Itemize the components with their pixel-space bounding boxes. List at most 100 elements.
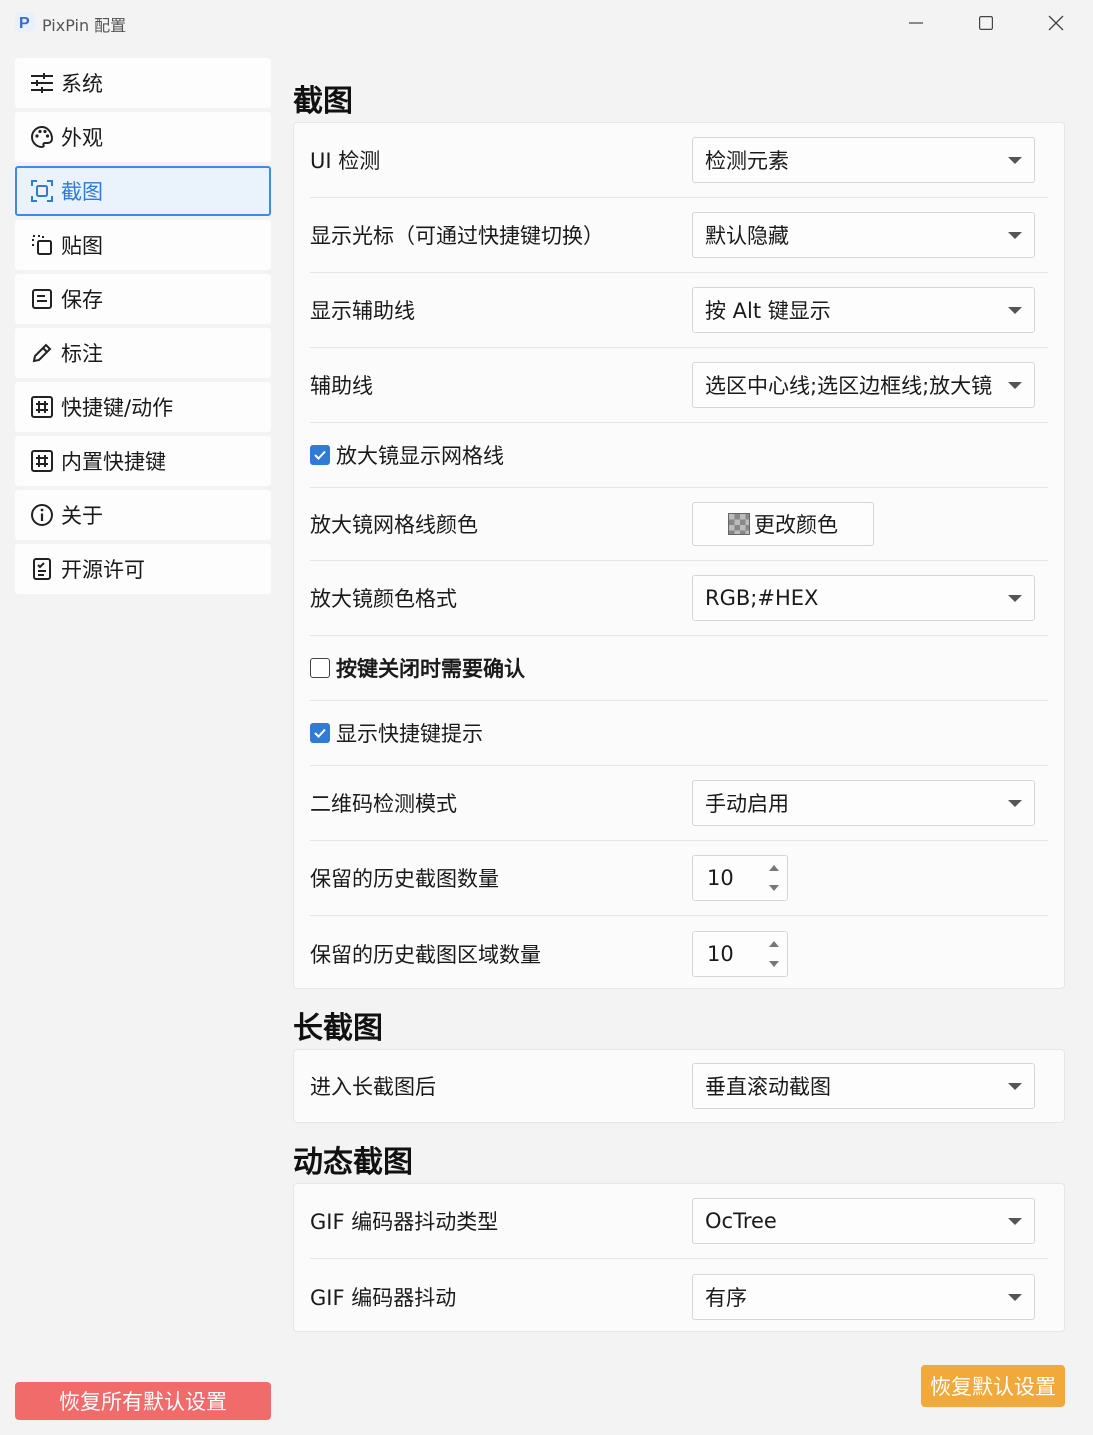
pin-icon: [29, 232, 55, 258]
ui-detect-select[interactable]: 检测元素: [692, 137, 1035, 183]
checkbox-unchecked-icon: [310, 658, 330, 678]
hash-icon: [29, 448, 55, 474]
setting-row-after-enter: 进入长截图后 垂直滚动截图: [310, 1050, 1048, 1122]
sidebar-item-label: 截图: [61, 180, 103, 204]
section-title-long-screenshot: 长截图: [293, 1011, 383, 1046]
confirm-close-checkbox[interactable]: 按键关闭时需要确认: [310, 653, 525, 683]
chevron-down-icon: [1008, 232, 1022, 239]
history-count-value: 10: [707, 866, 734, 890]
guides-label: 辅助线: [310, 374, 373, 398]
color-format-value: RGB;#HEX: [705, 586, 819, 610]
sidebar-item-label: 系统: [61, 72, 103, 96]
setting-row-show-cursor: 显示光标（可通过快捷键切换） 默认隐藏: [310, 198, 1048, 273]
history-region-value: 10: [707, 941, 734, 966]
show-guides-select[interactable]: 按 Alt 键显示: [692, 287, 1035, 333]
setting-row-qr-mode: 二维码检测模式 手动启用: [310, 766, 1048, 841]
long-screenshot-settings-card: 进入长截图后 垂直滚动截图: [293, 1049, 1065, 1123]
maximize-button[interactable]: [951, 0, 1021, 46]
reset-all-button[interactable]: 恢复所有默认设置: [15, 1382, 271, 1420]
reset-default-button[interactable]: 恢复默认设置: [921, 1365, 1065, 1407]
show-hints-checkbox[interactable]: 显示快捷键提示: [310, 718, 483, 748]
hash-icon: [29, 394, 55, 420]
setting-row-grid-color: 放大镜网格线颜色 更改颜色: [310, 488, 1048, 561]
minimize-button[interactable]: [881, 0, 951, 46]
after-enter-select[interactable]: 垂直滚动截图: [692, 1063, 1035, 1109]
spin-down-icon[interactable]: [769, 885, 779, 891]
chevron-down-icon: [1008, 595, 1022, 602]
show-cursor-label: 显示光标（可通过快捷键切换）: [310, 224, 604, 248]
sidebar-item-label: 快捷键/动作: [61, 396, 174, 420]
grid-color-label: 放大镜网格线颜色: [310, 513, 478, 537]
setting-row-dither-type: GIF 编码器抖动类型 OcTree: [310, 1184, 1048, 1259]
show-guides-label: 显示辅助线: [310, 299, 415, 323]
history-region-spinbox[interactable]: 10: [692, 930, 788, 977]
color-format-select[interactable]: RGB;#HEX: [692, 575, 1035, 621]
chevron-down-icon: [1008, 1083, 1022, 1090]
sidebar-item-license[interactable]: 开源许可: [15, 544, 271, 594]
qr-mode-value: 手动启用: [705, 792, 789, 816]
setting-row-show-hints: 显示快捷键提示: [310, 701, 1048, 766]
sidebar-item-appearance[interactable]: 外观: [15, 112, 271, 162]
dither-type-select[interactable]: OcTree: [692, 1198, 1035, 1244]
sidebar-item-pin[interactable]: 贴图: [15, 220, 271, 270]
save-icon: [29, 286, 55, 312]
chevron-down-icon: [1008, 382, 1022, 389]
section-title-screenshot: 截图: [293, 84, 353, 119]
dither-value: 有序: [705, 1285, 747, 1310]
confirm-close-label: 按键关闭时需要确认: [336, 657, 525, 681]
sidebar-item-system[interactable]: 系统: [15, 58, 271, 108]
sidebar-item-label: 开源许可: [61, 558, 145, 582]
spin-up-icon[interactable]: [769, 940, 779, 947]
setting-row-color-format: 放大镜颜色格式 RGB;#HEX: [310, 561, 1048, 636]
show-cursor-select[interactable]: 默认隐藏: [692, 212, 1035, 258]
sidebar-item-save[interactable]: 保存: [15, 274, 271, 324]
guides-select[interactable]: 选区中心线;选区边框线;放大镜: [692, 362, 1035, 408]
maximize-icon: [979, 16, 993, 30]
sidebar-item-builtin-shortcuts[interactable]: 内置快捷键: [15, 436, 271, 486]
qr-mode-label: 二维码检测模式: [310, 792, 457, 816]
sidebar-item-label: 内置快捷键: [61, 450, 166, 474]
minimize-icon: [909, 22, 923, 24]
sidebar-item-shortcuts[interactable]: 快捷键/动作: [15, 382, 271, 432]
window-title: PixPin 配置: [42, 16, 127, 35]
history-count-spinbox[interactable]: 10: [692, 855, 788, 901]
pencil-icon: [29, 340, 55, 366]
sidebar-item-label: 外观: [61, 126, 103, 150]
setting-row-history-count: 保留的历史截图数量 10: [310, 841, 1048, 916]
setting-row-magnifier-grid: 放大镜显示网格线: [310, 423, 1048, 488]
qr-mode-select[interactable]: 手动启用: [692, 780, 1035, 826]
change-color-button[interactable]: 更改颜色: [692, 502, 874, 546]
dither-select[interactable]: 有序: [692, 1273, 1035, 1320]
guides-value: 选区中心线;选区边框线;放大镜: [705, 374, 993, 398]
spin-down-icon[interactable]: [769, 960, 779, 967]
sidebar-item-label: 贴图: [61, 234, 103, 258]
screenshot-settings-card: UI 检测 检测元素 显示光标（可通过快捷键切换） 默认隐藏 显示辅助线 按 A…: [293, 122, 1065, 989]
setting-row-ui-detect: UI 检测 检测元素: [310, 123, 1048, 198]
setting-row-show-guides: 显示辅助线 按 Alt 键显示: [310, 273, 1048, 348]
setting-row-guides: 辅助线 选区中心线;选区边框线;放大镜: [310, 348, 1048, 423]
chevron-down-icon: [1008, 157, 1022, 164]
sidebar-item-screenshot[interactable]: 截图: [15, 166, 271, 216]
sidebar-item-label: 标注: [61, 342, 103, 366]
checkbox-checked-icon: [310, 445, 330, 465]
sidebar-item-annotate[interactable]: 标注: [15, 328, 271, 378]
title-bar: P PixPin 配置: [0, 0, 1093, 46]
ui-detect-label: UI 检测: [310, 149, 381, 173]
magnifier-grid-checkbox[interactable]: 放大镜显示网格线: [310, 440, 504, 470]
section-title-dynamic-screenshot: 动态截图: [293, 1145, 413, 1180]
spin-up-icon[interactable]: [769, 865, 779, 871]
show-hints-label: 显示快捷键提示: [336, 722, 483, 746]
pixpin-logo-icon: P: [15, 12, 35, 32]
sidebar-item-about[interactable]: 关于: [15, 490, 271, 540]
setting-row-confirm-close: 按键关闭时需要确认: [310, 636, 1048, 701]
chevron-down-icon: [1008, 800, 1022, 807]
license-icon: [29, 556, 55, 582]
chevron-down-icon: [1008, 1218, 1022, 1225]
dither-label: GIF 编码器抖动: [310, 1285, 457, 1310]
sidebar-item-label: 保存: [61, 288, 103, 312]
after-enter-value: 垂直滚动截图: [705, 1075, 831, 1099]
after-enter-label: 进入长截图后: [310, 1075, 436, 1099]
setting-row-history-region: 保留的历史截图区域数量 10: [310, 916, 1048, 991]
close-button[interactable]: [1021, 0, 1091, 46]
svg-text:P: P: [19, 15, 30, 32]
